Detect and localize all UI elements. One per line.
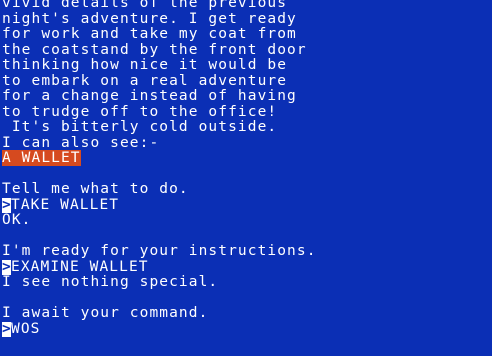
game-screen[interactable]: vivid details of the previous night's ad…: [0, 0, 496, 356]
text-area: vivid details of the previous night's ad…: [2, 0, 496, 337]
narrative-line: It's bitterly cold outside.: [2, 119, 278, 135]
command-line: >EXAMINE WALLET: [2, 258, 496, 275]
visible-item-highlight: A WALLET: [2, 150, 81, 166]
narrative-line: night's adventure. I get ready: [2, 10, 297, 27]
response-line: I see nothing special.: [2, 274, 219, 290]
narrative-line: the coatstand by the front door: [2, 41, 307, 58]
narrative-line: for a change instead of having: [2, 88, 297, 104]
response-line: OK.: [2, 212, 32, 228]
command-line: >TAKE WALLET: [2, 196, 496, 213]
border-strip: [492, 0, 496, 356]
prompt-cursor-icon: >: [2, 320, 12, 337]
command-text: TAKE WALLET: [11, 196, 120, 213]
prompt-line: I'm ready for your instructions.: [2, 243, 317, 259]
narrative-line: to trudge off to the office!: [2, 103, 278, 120]
narrative-line: I can also see:-: [2, 134, 160, 151]
prompt-cursor-icon: >: [2, 196, 12, 213]
command-input[interactable]: WOS: [11, 321, 41, 337]
command-text: EXAMINE WALLET: [11, 258, 149, 275]
narrative-line: vivid details of the previous: [2, 0, 288, 11]
prompt-cursor-icon: >: [2, 258, 12, 275]
prompt-line: Tell me what to do.: [2, 181, 189, 197]
prompt-line: I await your command.: [2, 305, 209, 321]
narrative-line: for work and take my coat from: [2, 26, 297, 42]
narrative-line: to embark on a real adventure: [2, 72, 288, 89]
command-input-line[interactable]: >WOS: [2, 320, 496, 337]
narrative-line: thinking how nice it would be: [2, 57, 288, 73]
